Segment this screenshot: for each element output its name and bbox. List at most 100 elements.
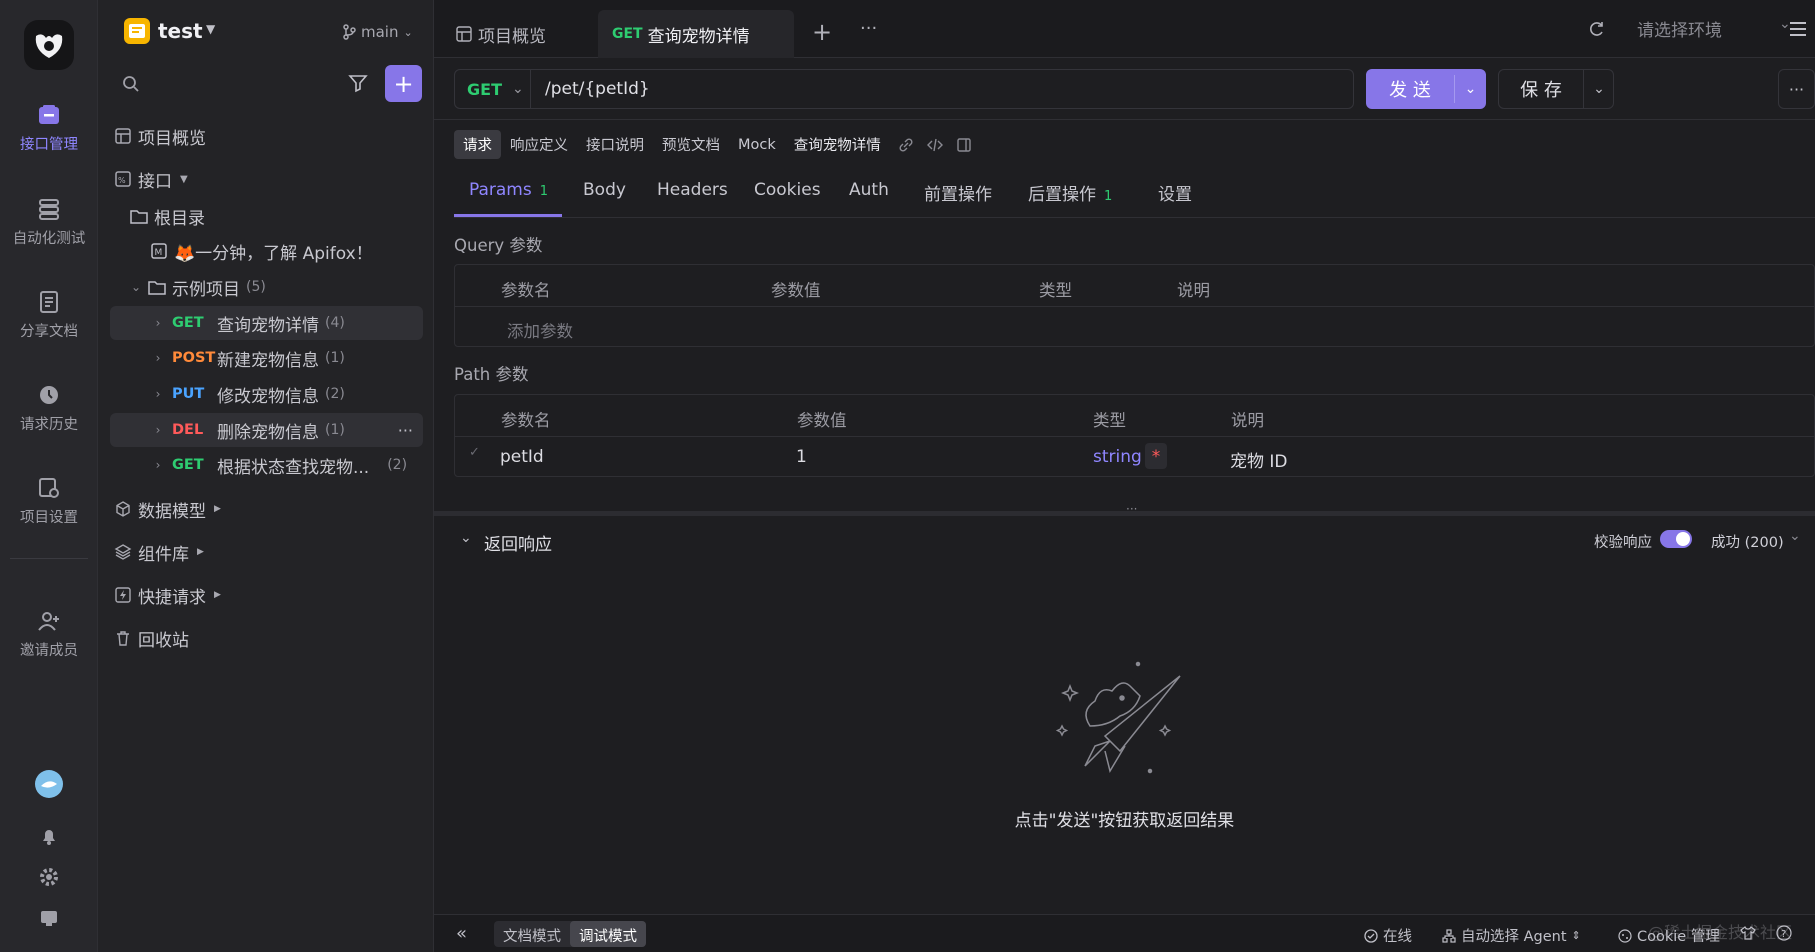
pane-splitter[interactable] [434,511,1815,516]
method-select[interactable]: GET ⌄ [455,70,531,108]
project-dropdown-icon[interactable]: ▼ [206,22,215,36]
tree-item-recycle[interactable]: 回收站 [110,621,423,655]
response-status[interactable]: 成功 (200) [1711,531,1784,552]
add-button[interactable]: + [385,65,422,102]
tree-item-api[interactable]: % 接口 ▼ [110,162,423,196]
project-icon [124,18,150,44]
bell-icon[interactable] [39,826,59,846]
subtab-request[interactable]: 请求 [454,130,501,159]
ptab-pre-ops[interactable]: 前置操作 [924,180,992,205]
help-doc-icon[interactable] [39,908,59,928]
method-badge: PUT [172,386,205,402]
tree-label: 根目录 [154,208,205,229]
required-marker[interactable]: * [1145,443,1167,469]
more-icon[interactable]: ··· [398,421,413,440]
ptab-badge: 1 [539,184,549,199]
chevron-right-icon: › [155,458,161,472]
tree-label: 示例项目 [172,279,240,300]
rail-share-docs[interactable]: 分享文档 [0,289,98,341]
tree-item-root[interactable]: 根目录 [130,199,423,233]
subtab-mock[interactable]: Mock [729,133,785,157]
tree-endpoint[interactable]: › GET 根据状态查找宠物... (2) [110,448,423,482]
param-value[interactable]: 1 [796,447,807,467]
collapse-sidebar-icon[interactable]: « [456,923,467,944]
project-settings-icon [36,475,62,501]
tree-item-sample-folder[interactable]: ⌄ 示例项目 (5) [128,270,423,304]
check-icon[interactable]: ✓ [469,445,480,460]
chevron-down-icon[interactable]: ⌄ [1789,528,1801,544]
ptab-cookies[interactable]: Cookies [754,180,821,200]
avatar[interactable] [35,770,63,798]
url-input[interactable]: /pet/{petId} [545,79,650,99]
project-sidebar: test ▼ main ⌄ + 项目概览 % 接口 ▼ 根目录 M 🦊一分钟，了… [98,0,434,952]
apifox-logo[interactable] [24,20,74,70]
tab-overview[interactable]: 项目概览 [456,10,596,58]
col-header: 说明 [1177,281,1210,300]
code-icon[interactable] [926,137,944,153]
tab-get-pet[interactable]: GET 查询宠物详情 [598,10,794,58]
tree-item-components[interactable]: 组件库 ▶ [110,535,423,569]
new-tab-icon[interactable]: + [812,18,832,46]
rail-automation[interactable]: 自动化测试 [0,196,98,248]
tree-endpoint[interactable]: › GET 查询宠物详情 (4) [110,306,423,340]
drag-handle-icon[interactable]: ··· [1126,502,1137,516]
tree-item-intro-doc[interactable]: M 🦊一分钟，了解 Apifox！ [150,234,423,268]
rail-label: 分享文档 [20,324,78,340]
tree-item-overview[interactable]: 项目概览 [110,119,423,153]
ptab-settings[interactable]: 设置 [1158,180,1192,205]
rail-api-management[interactable]: 接口管理 [0,102,98,154]
tree-endpoint[interactable]: › PUT 修改宠物信息 (2) [110,377,423,411]
tree-endpoint[interactable]: › POST 新建宠物信息 (1) [110,341,423,375]
tree-endpoint[interactable]: › DEL 删除宠物信息 (1) ··· [110,413,423,447]
subtab-response-def[interactable]: 响应定义 [501,130,577,159]
ptab-auth[interactable]: Auth [849,180,889,200]
overview-icon [456,26,472,42]
tree-item-quick-request[interactable]: 快捷请求 ▶ [110,578,423,612]
table-header [455,395,1814,437]
panel-icon[interactable] [956,137,972,153]
add-param-input[interactable]: 添加参数 [507,318,573,342]
save-button[interactable]: 保 存 [1499,70,1583,108]
table-header [455,265,1814,307]
more-options-button[interactable]: ··· [1778,69,1815,109]
param-name[interactable]: petId [500,447,544,467]
subtab-api-desc[interactable]: 接口说明 [577,130,653,159]
rail-history[interactable]: 请求历史 [0,382,98,434]
branch-selector[interactable]: main ⌄ [342,23,413,41]
rail-invite[interactable]: 邀请成员 [0,608,98,660]
project-name[interactable]: test [158,19,203,43]
rail-project-settings[interactable]: 项目设置 [0,475,98,527]
caret-right-icon: ▶ [214,590,221,600]
send-button[interactable]: 发 送 [1366,69,1454,109]
param-type[interactable]: string [1093,447,1142,467]
send-options-button[interactable]: ⌄ [1455,69,1486,109]
endpoint-name: 查询宠物详情 [217,315,319,336]
tree-label: 组件库 [138,544,189,565]
link-icon[interactable] [898,137,914,153]
plus-icon: + [393,69,414,98]
refresh-icon[interactable] [1588,20,1606,38]
tree-item-data-model[interactable]: 数据模型 ▶ [110,492,423,526]
menu-icon[interactable] [1788,20,1808,38]
tree-search[interactable] [112,66,342,102]
online-status[interactable]: 在线 [1364,925,1412,946]
gear-icon[interactable] [39,867,59,887]
endpoint-count: (2) [325,386,345,402]
env-placeholder: 请选择环境 [1637,21,1722,41]
more-tabs-icon[interactable]: ··· [860,18,877,39]
validate-toggle[interactable] [1660,530,1692,548]
ptab-body[interactable]: Body [583,180,626,200]
param-desc[interactable]: 宠物 ID [1230,447,1288,472]
save-options-button[interactable]: ⌄ [1584,70,1614,108]
env-selector[interactable]: 请选择环境 ⌄ [1637,16,1797,44]
ptab-headers[interactable]: Headers [657,180,728,200]
agent-selector[interactable]: 自动选择 Agent ⇕ [1442,925,1581,946]
debug-mode-button[interactable]: 调试模式 [570,921,646,947]
subtab-preview[interactable]: 预览文档 [653,130,729,159]
ptab-params[interactable]: Params 1 [469,180,548,200]
doc-mode-button[interactable]: 文档模式 [494,921,570,947]
ptab-post-ops[interactable]: 后置操作 1 [1028,180,1112,205]
collapse-chevron-icon[interactable]: ⌄ [460,530,472,546]
response-title[interactable]: 返回响应 [484,530,552,555]
filter-icon[interactable] [348,73,368,93]
